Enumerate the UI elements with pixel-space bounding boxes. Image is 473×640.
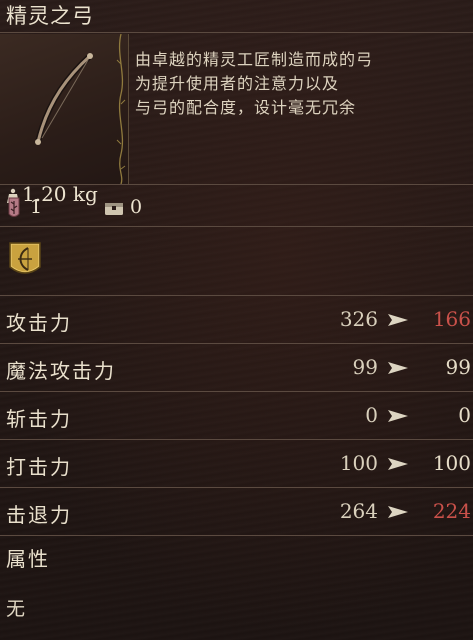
arrow-right-icon — [388, 506, 408, 518]
stat-row-attack: 攻击力 326 166 — [0, 296, 473, 344]
attribute-value: 无 — [6, 598, 26, 620]
divider — [0, 32, 473, 33]
stat-row-knockback: 击退力 264 224 — [0, 488, 473, 536]
item-image: 1.20 kg — [0, 34, 129, 206]
arrow-right-icon — [388, 458, 408, 470]
stat-current-value: 99 — [352, 355, 378, 379]
stat-current-value: 326 — [339, 307, 378, 331]
item-description: 由卓越的精灵工匠制造而成的弓 为提升使用者的注意力以及 与弓的配合度，设计毫无冗… — [135, 48, 465, 120]
stat-label: 攻击力 — [6, 311, 72, 335]
arrow-right-icon — [388, 410, 408, 422]
stat-current-value: 264 — [339, 499, 378, 523]
stat-label: 斩击力 — [6, 407, 72, 431]
arrow-right-icon — [388, 314, 408, 326]
arrow-right-icon — [388, 362, 408, 374]
stat-row-strike: 打击力 100 100 — [0, 440, 473, 488]
divider — [0, 535, 473, 536]
item-title: 精灵之弓 — [6, 4, 94, 28]
description-line: 由卓越的精灵工匠制造而成的弓 — [135, 50, 374, 69]
stat-current-value: 100 — [339, 451, 378, 475]
divider — [0, 226, 473, 227]
bow-icon — [35, 53, 93, 145]
vine-ornament-icon — [116, 34, 126, 184]
stat-new-value: 99 — [445, 355, 471, 379]
feather-shield-icon — [8, 197, 20, 217]
stat-new-value: 100 — [432, 451, 471, 475]
description-line: 为提升使用者的注意力以及 — [135, 74, 340, 93]
storage-value: 0 — [130, 196, 143, 218]
bow-emblem-icon[interactable] — [8, 241, 42, 279]
chest-icon — [105, 203, 123, 215]
stat-new-value: 166 — [432, 307, 471, 331]
stat-new-value: 0 — [458, 403, 471, 427]
stat-new-value: 224 — [432, 499, 471, 523]
stat-label: 打击力 — [6, 455, 72, 479]
attribute-label: 属性 — [6, 547, 50, 571]
description-line: 与弓的配合度，设计毫无冗余 — [135, 98, 357, 117]
stat-current-value: 0 — [365, 403, 378, 427]
stat-row-slash: 斩击力 0 0 — [0, 392, 473, 440]
stat-label: 击退力 — [6, 503, 72, 527]
stat-row-magic-attack: 魔法攻击力 99 99 — [0, 344, 473, 392]
stat-label: 魔法攻击力 — [6, 359, 116, 383]
divider — [0, 184, 473, 185]
attack-cost-value: 1 — [30, 196, 43, 218]
